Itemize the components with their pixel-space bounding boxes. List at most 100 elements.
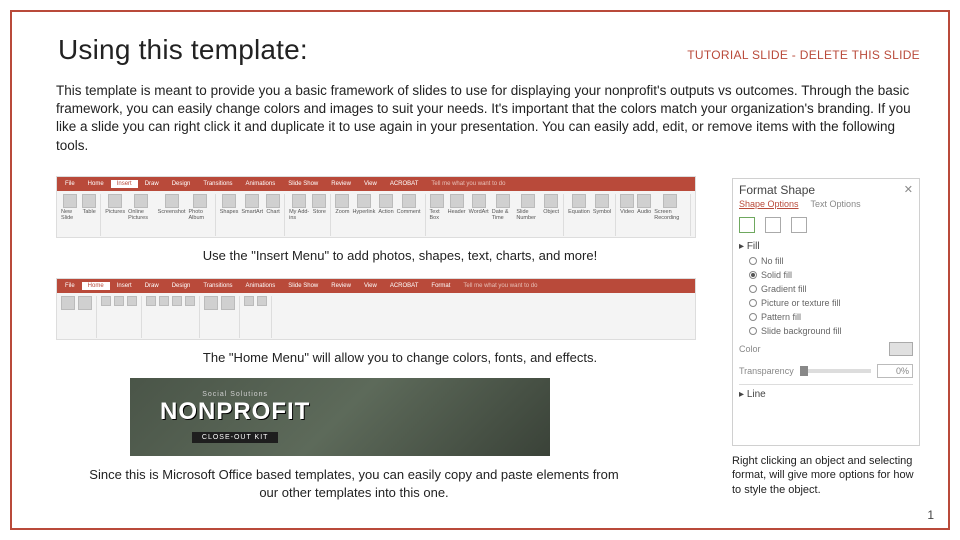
tab-file: File bbox=[59, 180, 81, 188]
ribbon-button: Equation bbox=[568, 194, 590, 215]
ribbon-icon bbox=[572, 194, 586, 208]
ribbon-tabstrip: File Home Insert Draw Design Transitions… bbox=[57, 279, 695, 293]
radio-icon bbox=[749, 257, 757, 265]
ribbon-icon bbox=[312, 194, 326, 208]
ribbon-icon bbox=[402, 194, 416, 208]
ribbon-group: PicturesOnline PicturesScreenshotPhoto A… bbox=[105, 194, 216, 236]
tab-format: Format bbox=[425, 282, 456, 290]
ribbon-button-label: My Add-ins bbox=[289, 209, 309, 221]
intro-paragraph: This template is meant to provide you a … bbox=[56, 82, 920, 155]
nonprofit-title: NONPROFIT bbox=[160, 398, 310, 426]
ribbon-button-label: Pictures bbox=[105, 209, 125, 215]
ribbon-button-label: Hyperlink bbox=[352, 209, 375, 215]
tutorial-warning: TUTORIAL SLIDE - DELETE THIS SLIDE bbox=[687, 48, 920, 62]
tab-animations: Animations bbox=[240, 180, 282, 188]
line-section-label: ▸ Line bbox=[739, 387, 913, 402]
ribbon-button: My Add-ins bbox=[289, 194, 309, 221]
fill-option-label: Picture or texture fill bbox=[761, 298, 841, 308]
ribbon-icon bbox=[335, 194, 349, 208]
fill-line-icon bbox=[739, 217, 755, 233]
caption-insert: Use the "Insert Menu" to add photos, sha… bbox=[130, 248, 670, 263]
tell-me: Tell me what you want to do bbox=[457, 282, 543, 290]
panel-title: Format Shape bbox=[739, 183, 815, 197]
ribbon-button-label: New Slide bbox=[61, 209, 79, 221]
ribbon-button-label: Object bbox=[543, 209, 559, 215]
tab-view: View bbox=[358, 282, 383, 290]
ribbon-icon bbox=[663, 194, 677, 208]
ribbon-icon bbox=[496, 194, 510, 208]
ribbon-button: Video bbox=[620, 194, 634, 215]
tab-design: Design bbox=[166, 180, 197, 188]
caption-home: The "Home Menu" will allow you to change… bbox=[130, 350, 670, 365]
ribbon-group: EquationSymbol bbox=[568, 194, 616, 236]
close-icon: ✕ bbox=[904, 183, 913, 197]
radio-icon bbox=[749, 271, 757, 279]
ribbon-button: SmartArt bbox=[241, 194, 263, 215]
tab-slideshow: Slide Show bbox=[282, 282, 324, 290]
ribbon-icon bbox=[430, 194, 444, 208]
ribbon-icon bbox=[357, 194, 371, 208]
insert-ribbon-image: File Home Insert Draw Design Transitions… bbox=[56, 176, 696, 238]
ribbon-icon bbox=[108, 194, 122, 208]
ribbon-button-label: WordArt bbox=[469, 209, 489, 215]
ribbon-icon bbox=[134, 194, 148, 208]
ribbon-button: Audio bbox=[637, 194, 651, 215]
ribbon-button: Screen Recording bbox=[654, 194, 686, 221]
ribbon-button-label: Video bbox=[620, 209, 634, 215]
ribbon-button-label: Online Pictures bbox=[128, 209, 155, 221]
fill-option-label: Pattern fill bbox=[761, 312, 801, 322]
ribbon-body bbox=[57, 293, 695, 341]
ribbon-button: Store bbox=[312, 194, 326, 215]
tab-slideshow: Slide Show bbox=[282, 180, 324, 188]
ribbon-button: Slide Number bbox=[516, 194, 540, 221]
caption-templates: Since this is Microsoft Office based tem… bbox=[84, 466, 624, 501]
effects-icon bbox=[765, 217, 781, 233]
fill-option-label: No fill bbox=[761, 256, 784, 266]
ribbon-icon bbox=[450, 194, 464, 208]
ribbon-button-label: Store bbox=[313, 209, 326, 215]
caption-format: Right clicking an object and selecting f… bbox=[732, 454, 920, 497]
ribbon-button-label: Slide Number bbox=[516, 209, 540, 221]
ribbon-button: Table bbox=[82, 194, 96, 215]
ribbon-button-label: Screenshot bbox=[158, 209, 186, 215]
tab-insert: Insert bbox=[111, 282, 138, 290]
ribbon-button-label: Comment bbox=[397, 209, 421, 215]
tab-text-options: Text Options bbox=[811, 199, 861, 209]
ribbon-button: Chart bbox=[266, 194, 280, 215]
ribbon-button-label: Zoom bbox=[335, 209, 349, 215]
fill-option-label: Gradient fill bbox=[761, 284, 807, 294]
ribbon-icon bbox=[193, 194, 207, 208]
tab-insert: Insert bbox=[111, 180, 138, 188]
ribbon-button-label: Screen Recording bbox=[654, 209, 686, 221]
ribbon-group: VideoAudioScreen Recording bbox=[620, 194, 691, 236]
nonprofit-subtitle: CLOSE-OUT KIT bbox=[192, 432, 279, 443]
ribbon-icon bbox=[165, 194, 179, 208]
ribbon-button: Comment bbox=[397, 194, 421, 215]
format-shape-panel: Format Shape ✕ Shape Options Text Option… bbox=[732, 178, 920, 446]
radio-icon bbox=[749, 299, 757, 307]
tab-view: View bbox=[358, 180, 383, 188]
fill-option: Solid fill bbox=[739, 268, 913, 282]
ribbon-button-label: Date & Time bbox=[492, 209, 514, 221]
ribbon-button: New Slide bbox=[61, 194, 79, 221]
tab-transitions: Transitions bbox=[197, 282, 238, 290]
ribbon-group: ShapesSmartArtChart bbox=[220, 194, 285, 236]
ribbon-button: Online Pictures bbox=[128, 194, 155, 221]
ribbon-icon bbox=[222, 194, 236, 208]
ribbon-body: New SlideTablePicturesOnline PicturesScr… bbox=[57, 191, 695, 239]
ribbon-button: Hyperlink bbox=[352, 194, 375, 215]
ribbon-group: My Add-ins Store bbox=[289, 194, 331, 236]
ribbon-button-label: SmartArt bbox=[241, 209, 263, 215]
ribbon-button: Symbol bbox=[593, 194, 611, 215]
tab-review: Review bbox=[325, 282, 357, 290]
tab-animations: Animations bbox=[240, 282, 282, 290]
ribbon-button-label: Text Box bbox=[430, 209, 445, 221]
color-label: Color bbox=[739, 344, 761, 354]
nonprofit-kit-image: Social Solutions NONPROFIT CLOSE-OUT KIT bbox=[130, 378, 550, 456]
ribbon-icon bbox=[620, 194, 634, 208]
ribbon-icon bbox=[82, 194, 96, 208]
ribbon-button: Header bbox=[448, 194, 466, 215]
header: Using this template: TUTORIAL SLIDE - DE… bbox=[58, 34, 920, 66]
ribbon-button-label: Symbol bbox=[593, 209, 611, 215]
tab-design: Design bbox=[166, 282, 197, 290]
